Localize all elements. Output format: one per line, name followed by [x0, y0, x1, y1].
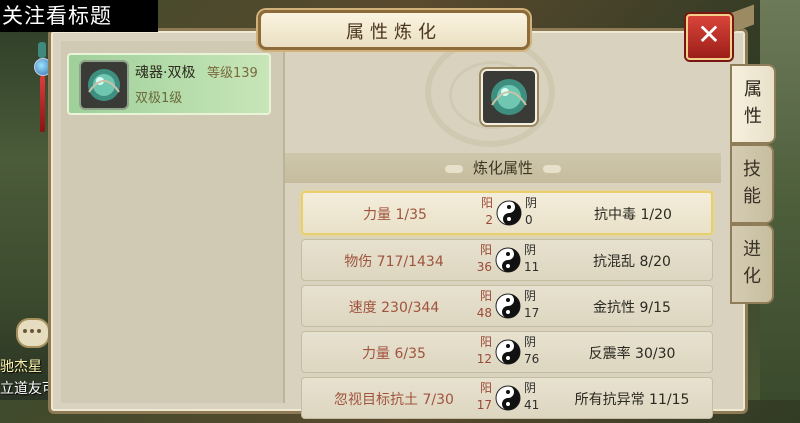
tab-label-top: 进 [743, 239, 761, 260]
tab-label-top: 属 [744, 79, 762, 100]
attribute-row[interactable]: 物伤 717/1434 阳 36 阴 11 抗混乱 8/20 [301, 239, 713, 281]
tab-skills[interactable]: 技 能 [730, 144, 774, 224]
tab-evolve[interactable]: 进 化 [730, 224, 774, 304]
tab-label-bottom: 能 [743, 186, 761, 207]
item-sublevel: 双极1级 [135, 91, 183, 106]
resistance-attribute: 所有抗异常 11/15 [574, 392, 690, 408]
soul-orb-icon [79, 60, 129, 110]
taiji-icon [496, 200, 522, 226]
yin-label: 阴 [524, 243, 537, 257]
yang-label: 阳 [479, 243, 492, 257]
attribute-pane: 炼化属性 力量 1/35 阳 2 阴 0 抗中毒 1/20 物伤 717/143… [285, 37, 735, 419]
item-name: 魂器·双极 [135, 65, 196, 81]
yang-value: 48 [476, 306, 492, 320]
yin-label: 阴 [524, 335, 537, 349]
refine-panel: 魂器·双极 等级139 双极1级 炼化属性 力量 1/35 阳 2 阴 0 抗中… [48, 28, 748, 419]
positive-attribute: 力量 1/35 [363, 207, 427, 223]
taiji-icon [495, 339, 521, 365]
npc-name: 驰杰星 [0, 359, 42, 375]
positive-attribute: 物伤 717/1434 [344, 254, 444, 270]
positive-attribute: 力量 6/35 [362, 346, 426, 362]
yin-label: 阴 [524, 289, 537, 303]
positive-attribute: 速度 230/344 [348, 300, 440, 316]
attribute-row[interactable]: 速度 230/344 阳 48 阴 17 金抗性 9/15 [301, 285, 713, 327]
yin-label: 阴 [524, 381, 537, 395]
yang-label: 阳 [479, 381, 492, 395]
section-title: 炼化属性 [285, 157, 721, 178]
yang-value: 12 [476, 352, 492, 366]
yin-value: 76 [524, 352, 540, 366]
overlay-caption: 关注看标题 [0, 0, 158, 32]
tab-label-top: 技 [743, 159, 761, 180]
section-header: 炼化属性 [285, 153, 721, 183]
yang-value: 17 [476, 398, 492, 412]
yang-value: 2 [485, 213, 493, 227]
positive-attribute: 忽视目标抗土 7/30 [334, 392, 454, 408]
taiji-icon [495, 385, 521, 411]
tab-label-bottom: 性 [744, 106, 762, 127]
refine-rows: 力量 1/35 阳 2 阴 0 抗中毒 1/20 物伤 717/1434 阳 3… [301, 191, 713, 423]
item-list: 魂器·双极 等级139 双极1级 [61, 41, 285, 403]
resistance-attribute: 金抗性 9/15 [593, 300, 671, 316]
taiji-icon [495, 247, 521, 273]
attribute-row[interactable]: 力量 6/35 阳 12 阴 76 反震率 30/30 [301, 331, 713, 373]
resistance-attribute: 抗混乱 8/20 [593, 254, 671, 270]
resistance-attribute: 抗中毒 1/20 [594, 207, 672, 223]
window-title: 属性炼化 [346, 22, 442, 43]
yang-label: 阳 [479, 335, 492, 349]
close-button[interactable]: ✕ [686, 14, 732, 60]
soul-orb-icon[interactable] [479, 67, 539, 127]
yang-label: 阳 [480, 196, 493, 210]
yang-label: 阳 [479, 289, 492, 303]
chat-icon[interactable] [16, 318, 50, 348]
item-level: 等级139 [207, 66, 258, 81]
tab-attributes[interactable]: 属 性 [730, 64, 776, 144]
attribute-row[interactable]: 忽视目标抗土 7/30 阳 17 阴 41 所有抗异常 11/15 [301, 377, 713, 419]
yin-value: 41 [524, 398, 540, 412]
yin-value: 0 [525, 213, 533, 227]
attribute-row[interactable]: 力量 1/35 阳 2 阴 0 抗中毒 1/20 [301, 191, 713, 235]
tab-label-bottom: 化 [743, 266, 761, 287]
yin-value: 11 [524, 260, 540, 274]
window-title-banner: 属性炼化 [258, 10, 530, 50]
yang-value: 36 [476, 260, 492, 274]
item-card-selected[interactable]: 魂器·双极 等级139 双极1级 [67, 53, 271, 115]
resistance-attribute: 反震率 30/30 [588, 346, 676, 362]
taiji-icon [495, 293, 521, 319]
yin-label: 阴 [525, 196, 538, 210]
close-icon: ✕ [697, 18, 721, 51]
yin-value: 17 [524, 306, 540, 320]
